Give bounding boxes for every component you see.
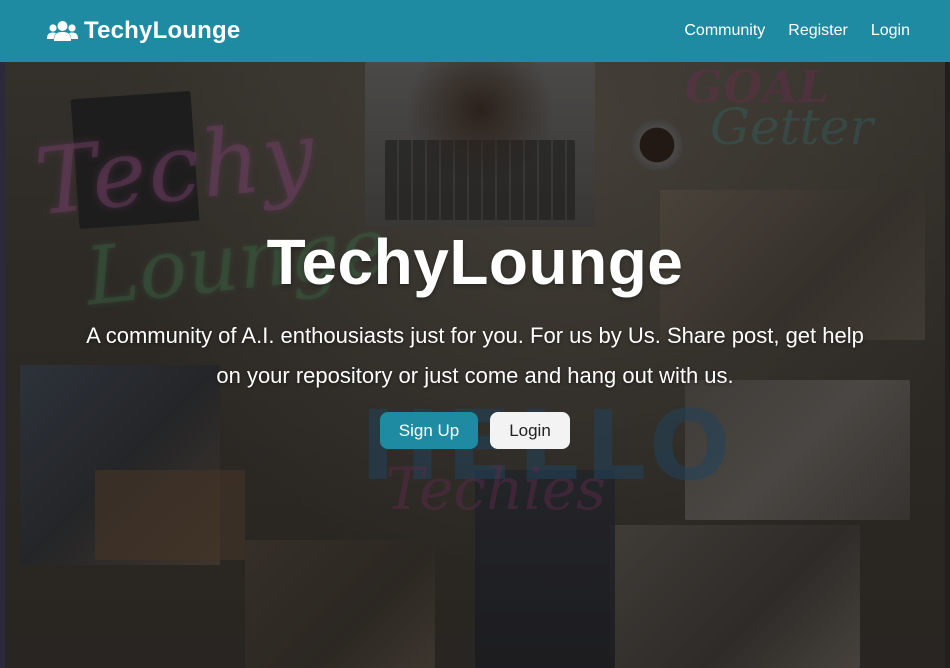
nav-link-register[interactable]: Register — [788, 22, 848, 40]
hero-buttons: Sign Up Login — [0, 412, 950, 449]
nav-link-community[interactable]: Community — [684, 22, 765, 40]
hero-section: TechyLounge A community of A.I. enthousi… — [0, 222, 950, 449]
nav-links: Community Register Login — [661, 22, 910, 40]
brand-link[interactable]: TechyLounge — [47, 17, 240, 45]
landing-page: Techy Lounge GOAL Getter HELLO Techies T… — [0, 0, 950, 668]
brand-name: TechyLounge — [84, 17, 241, 44]
top-navbar: TechyLounge Community Register Login — [0, 0, 950, 62]
hero-title: TechyLounge — [266, 226, 684, 298]
hero-description: A community of A.I. enthousiasts just fo… — [86, 323, 864, 388]
users-icon — [47, 21, 78, 41]
login-button[interactable]: Login — [490, 412, 570, 449]
signup-button[interactable]: Sign Up — [380, 412, 478, 449]
nav-link-login[interactable]: Login — [871, 22, 910, 40]
